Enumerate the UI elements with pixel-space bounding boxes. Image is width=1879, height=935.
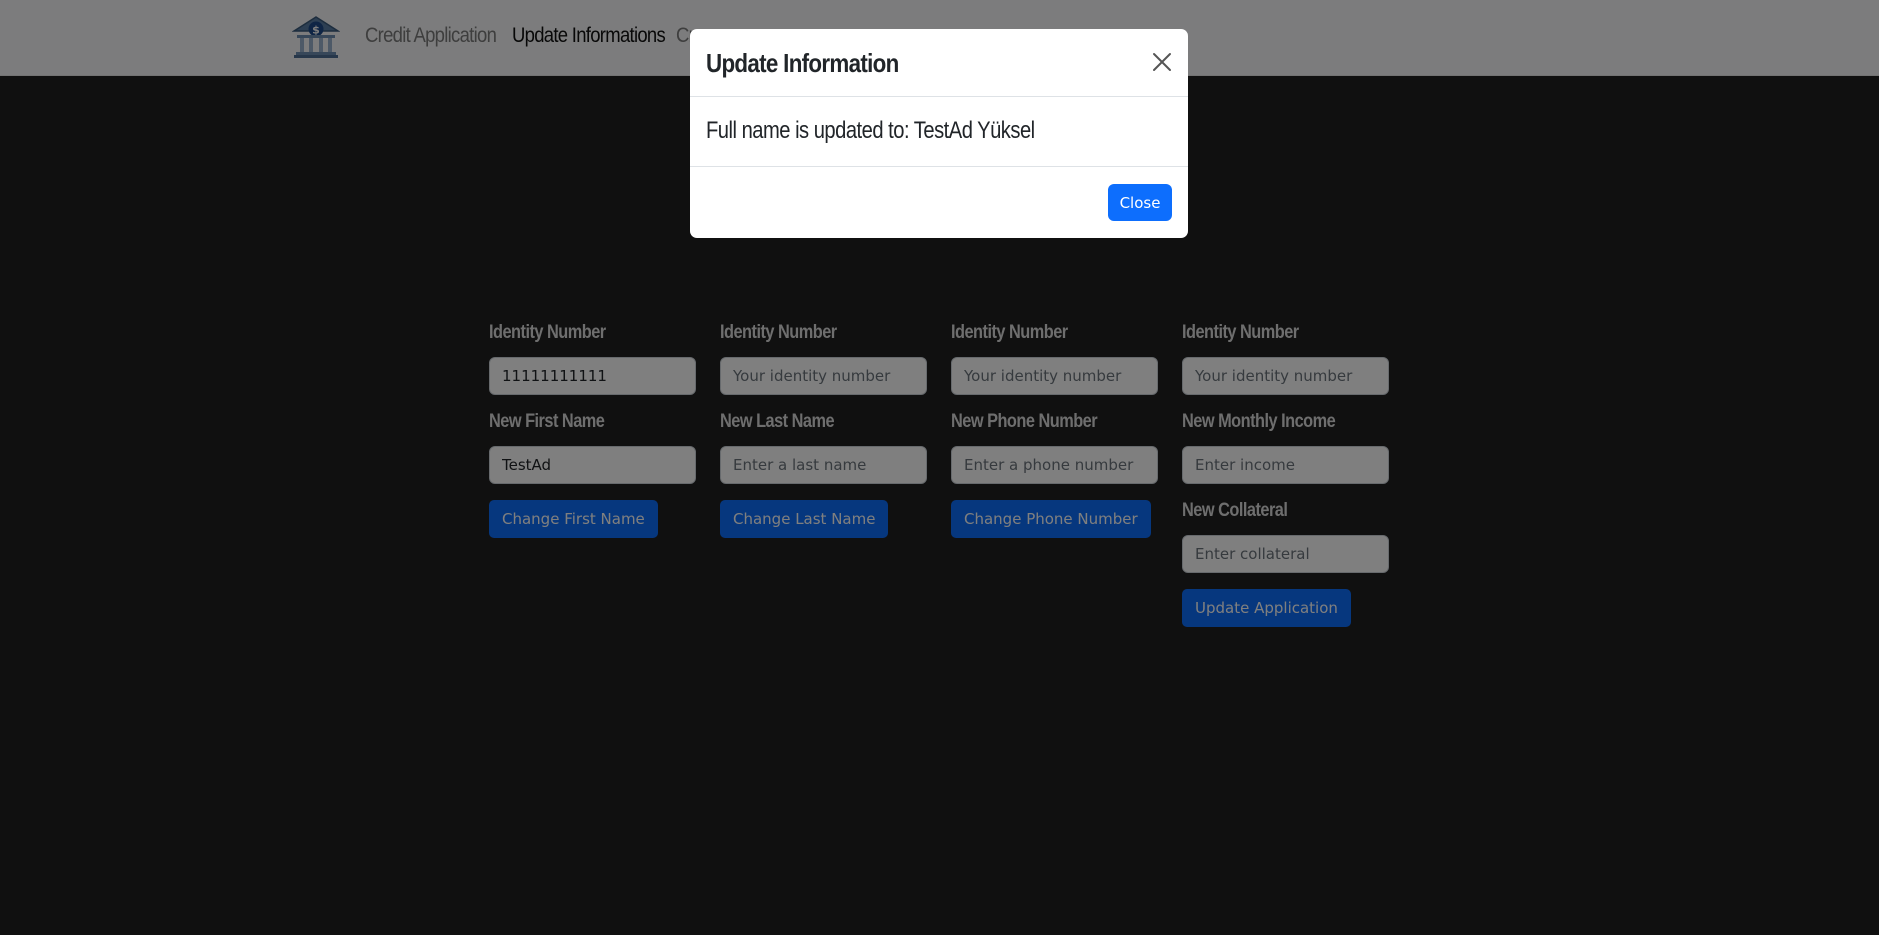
modal-title: Update Information bbox=[706, 48, 899, 78]
close-button[interactable]: Close bbox=[1108, 184, 1172, 221]
modal-message: Full name is updated to: TestAd Yüksel bbox=[706, 117, 1035, 144]
update-information-modal: Update Information Full name is updated … bbox=[690, 29, 1188, 238]
close-icon[interactable] bbox=[1151, 51, 1173, 73]
modal-header: Update Information bbox=[690, 29, 1188, 97]
modal-body: Full name is updated to: TestAd Yüksel bbox=[690, 97, 1188, 167]
